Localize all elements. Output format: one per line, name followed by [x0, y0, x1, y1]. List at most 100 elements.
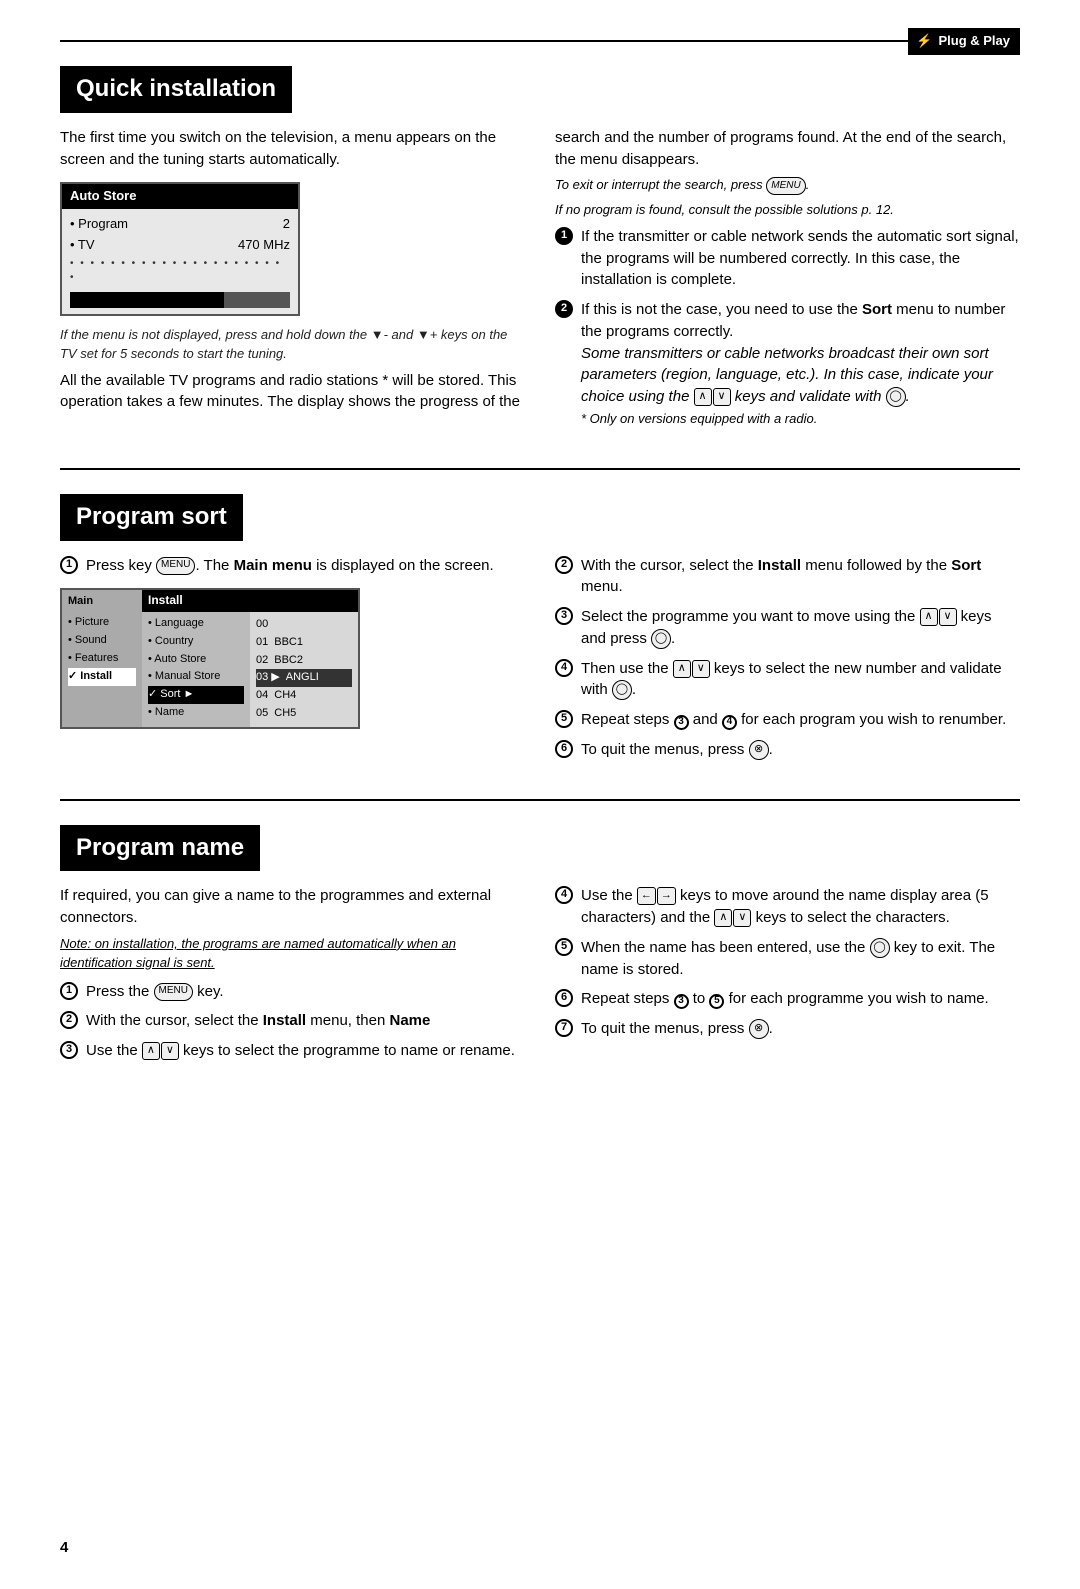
menu-install-body: • Language • Country • Auto Store • Manu…: [142, 612, 358, 728]
name-step-1: 1 Press the MENU key.: [60, 981, 525, 1003]
step-num-2: 2: [555, 300, 573, 318]
lr-keys: ←→: [637, 887, 676, 905]
auto-store-caption: If the menu is not displayed, press and …: [60, 326, 525, 364]
up-down-keys: ∧∨: [694, 388, 731, 406]
sort-step-num-6: 6: [555, 740, 573, 758]
sort-step-1-text: Press key MENU. The Main menu is display…: [86, 555, 494, 577]
program-sort-right: 2 With the cursor, select the Install me…: [555, 555, 1020, 769]
down-key-2: ∨: [939, 608, 957, 626]
ok-key-name: ◯: [870, 938, 890, 958]
name-step-num-7: 7: [555, 1019, 573, 1037]
badge-text: Plug & Play: [938, 32, 1010, 51]
program-name-right: 4 Use the ←→ keys to move around the nam…: [555, 885, 1020, 1069]
menu-manualstore: • Manual Store: [148, 668, 244, 686]
down-key-5: ∨: [733, 909, 751, 927]
menu-picture: • Picture: [68, 614, 136, 632]
program-name-right-steps: 4 Use the ←→ keys to move around the nam…: [555, 885, 1020, 1040]
name-step-2: 2 With the cursor, select the Install me…: [60, 1010, 525, 1032]
menu-key-name: MENU: [154, 983, 193, 1001]
name-step-7: 7 To quit the menus, press ⊗.: [555, 1018, 1020, 1040]
right-key: →: [657, 887, 676, 905]
program-value: 2: [283, 215, 290, 234]
auto-store-box: Auto Store • Program 2 • TV 470 MHz • • …: [60, 182, 300, 316]
program-label: • Program: [70, 215, 128, 234]
auto-store-header: Auto Store: [62, 184, 298, 209]
name-step-6-text: Repeat steps 3 to 5 for each programme y…: [581, 988, 989, 1010]
name-step-5-text: When the name has been entered, use the …: [581, 937, 1020, 981]
menu-sound: • Sound: [68, 632, 136, 650]
program-sort-right-steps: 2 With the cursor, select the Install me…: [555, 555, 1020, 761]
channel-04: 04CH4: [256, 687, 352, 705]
exit-search-caption: To exit or interrupt the search, press M…: [555, 176, 1020, 195]
menu-autostore: • Auto Store: [148, 651, 244, 669]
down-key-3: ∨: [692, 660, 710, 678]
page-number: 4: [60, 1537, 68, 1559]
program-name-section: Program name If required, you can give a…: [60, 799, 1020, 1070]
ok-key: ◯: [886, 387, 906, 407]
program-sort-title: Program sort: [60, 494, 243, 541]
program-name-left-steps: 1 Press the MENU key. 2 With the cursor,…: [60, 981, 525, 1062]
down-key: ∨: [713, 388, 731, 406]
quick-install-intro: The first time you switch on the televis…: [60, 127, 525, 171]
program-name-left: If required, you can give a name to the …: [60, 885, 525, 1069]
channel-02: 02BBC2: [256, 652, 352, 670]
quick-installation-title: Quick installation: [60, 66, 292, 113]
name-step-5: 5 When the name has been entered, use th…: [555, 937, 1020, 981]
sort-step-4-text: Then use the ∧∨ keys to select the new n…: [581, 658, 1020, 702]
ud-keys-5: ∧∨: [714, 909, 751, 927]
name-step-num-4: 4: [555, 886, 573, 904]
down-key-4: ∨: [161, 1042, 179, 1060]
menu-install: ✓ Install: [68, 668, 136, 686]
menu-install-items: • Language • Country • Auto Store • Manu…: [142, 612, 250, 728]
ref-step-4: 4: [722, 715, 737, 730]
up-key-4: ∧: [142, 1042, 160, 1060]
channel-05: 05CH5: [256, 705, 352, 723]
sort-step-num-5: 5: [555, 710, 573, 728]
program-sort-section: Program sort 1 Press key MENU. The Main …: [60, 468, 1020, 769]
menu-key-1: MENU: [766, 177, 805, 195]
quick-installation-section: Quick installation The first time you sw…: [60, 40, 1020, 438]
name-step-num-6: 6: [555, 989, 573, 1007]
step-1-text: If the transmitter or cable network send…: [581, 226, 1020, 291]
tv-value: 470 MHz: [238, 236, 290, 255]
progress-bar-inner: [70, 292, 224, 308]
quick-installation-left: The first time you switch on the televis…: [60, 127, 525, 438]
quick-install-body1: All the available TV programs and radio …: [60, 370, 525, 414]
sort-step-2: 2 With the cursor, select the Install me…: [555, 555, 1020, 599]
asterisk-note: * Only on versions equipped with a radio…: [581, 411, 817, 426]
ref-step-5: 5: [709, 994, 724, 1009]
name-step-6: 6 Repeat steps 3 to 5 for each programme…: [555, 988, 1020, 1010]
sort-step-6-text: To quit the menus, press ⊗.: [581, 739, 773, 761]
sort-step-6: 6 To quit the menus, press ⊗.: [555, 739, 1020, 761]
name-step-4-text: Use the ←→ keys to move around the name …: [581, 885, 1020, 929]
menu-install-header: Install: [142, 590, 358, 611]
auto-store-body: • Program 2 • TV 470 MHz • • • • • • • •…: [62, 209, 298, 314]
name-step-3: 3 Use the ∧∨ keys to select the programm…: [60, 1040, 525, 1062]
plug-play-badge: ⚡ Plug & Play: [908, 28, 1020, 55]
channel-03: 03 ▶ANGLI: [256, 669, 352, 687]
sort-step-5-text: Repeat steps 3 and 4 for each program yo…: [581, 709, 1006, 731]
name-step-3-text: Use the ∧∨ keys to select the programme …: [86, 1040, 515, 1062]
ok-key-3: ◯: [612, 680, 632, 700]
left-key: ←: [637, 887, 656, 905]
menu-right-panel: Install • Language • Country • Auto Stor…: [142, 590, 358, 727]
up-down-keys-4: ∧∨: [142, 1042, 179, 1060]
sort-step-3-text: Select the programme you want to move us…: [581, 606, 1020, 650]
sort-step-4: 4 Then use the ∧∨ keys to select the new…: [555, 658, 1020, 702]
quit-key-1: ⊗: [749, 740, 769, 760]
channel-00: 00: [256, 616, 352, 634]
up-key-3: ∧: [673, 660, 691, 678]
name-step-num-5: 5: [555, 938, 573, 956]
name-step-num-1: 1: [60, 982, 78, 1000]
search-body: search and the number of programs found.…: [555, 127, 1020, 171]
name-step-1-text: Press the MENU key.: [86, 981, 224, 1003]
menu-language: • Language: [148, 615, 244, 633]
menu-sort: ✓ Sort ►: [148, 686, 244, 704]
up-key-5: ∧: [714, 909, 732, 927]
sort-step-3: 3 Select the programme you want to move …: [555, 606, 1020, 650]
step-2-text: If this is not the case, you need to use…: [581, 299, 1020, 430]
progress-bar-outer: [70, 292, 290, 308]
no-program-caption: If no program is found, consult the poss…: [555, 201, 1020, 220]
sort-step-5: 5 Repeat steps 3 and 4 for each program …: [555, 709, 1020, 731]
quick-install-steps: 1 If the transmitter or cable network se…: [555, 226, 1020, 430]
